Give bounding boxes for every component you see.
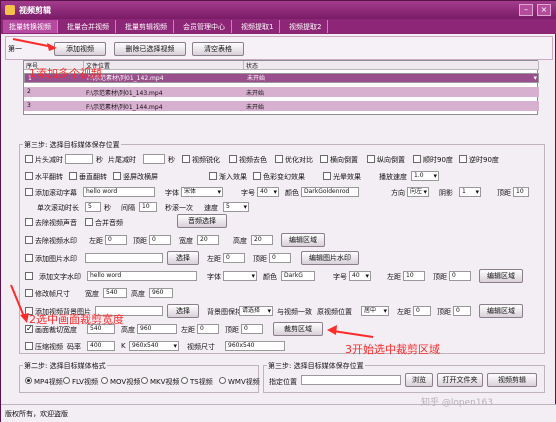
watermark-text: 知乎 @lopen163 [421,398,494,408]
arrow-2-head [20,313,29,323]
annotation-arrows [10,38,374,338]
arrow-2 [10,284,26,320]
arrow-3-head [327,325,337,335]
arrow-3 [332,330,374,338]
arrow-1-head [47,43,57,51]
app-window: 视频剪辑 – × 批量转换视频 批量合并视频 批量剪辑视频 会员管理中心 视频提… [0,0,556,422]
